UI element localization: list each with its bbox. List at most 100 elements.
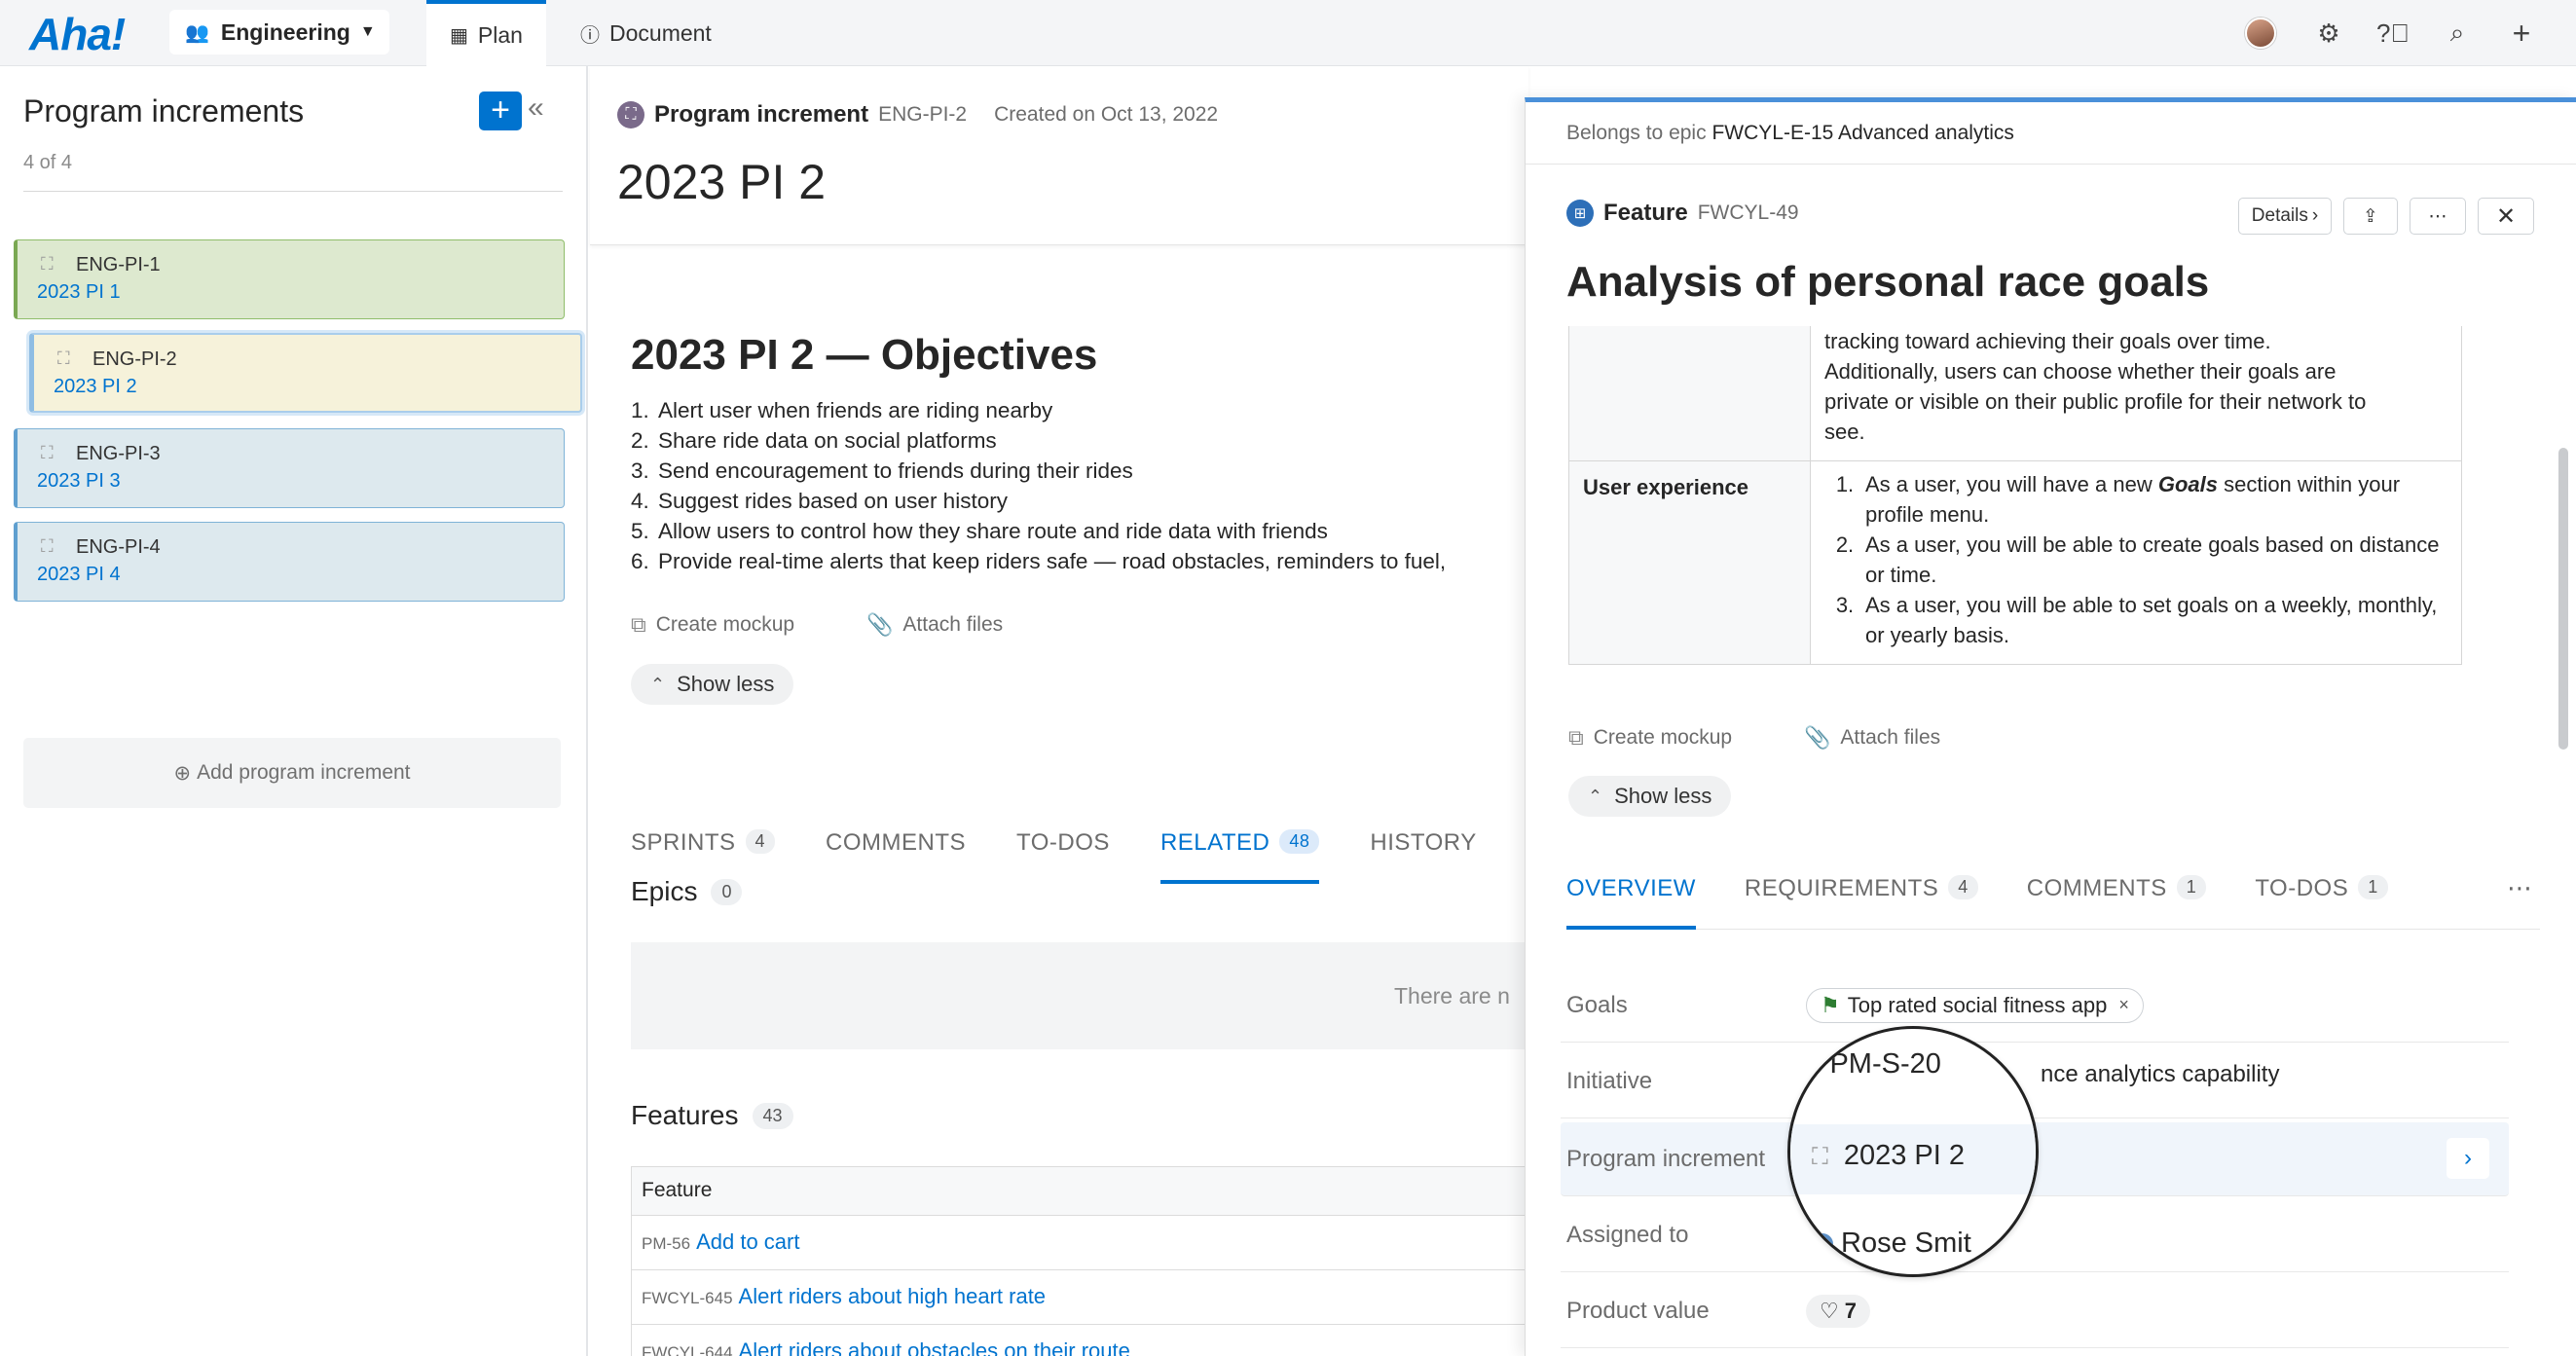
tab-count: 1 — [2176, 875, 2207, 899]
caret-down-icon: ▼ — [359, 23, 376, 40]
plus-icon[interactable]: + — [2506, 16, 2537, 51]
tab-overview[interactable]: OVERVIEW — [1566, 871, 1696, 930]
features-heading: Features 43 — [631, 1100, 793, 1131]
description-table: tracking toward achieving their goals ov… — [1568, 326, 2462, 665]
collapse-sidebar-icon[interactable]: « — [528, 92, 544, 125]
more-options-icon[interactable]: ⋯ — [2410, 198, 2466, 235]
more-tabs-icon[interactable]: ⋯ — [2507, 873, 2532, 903]
calendar-icon: ▦ — [450, 24, 468, 47]
search-icon[interactable]: ⌕ — [2442, 18, 2473, 49]
initiative-ref[interactable]: ○ PM-S-20 — [1810, 1048, 2036, 1081]
feature-drawer: Belongs to epic FWCYL-E-15 Advanced anal… — [1525, 97, 2576, 1356]
tab-related[interactable]: RELATED 48 — [1159, 806, 1320, 884]
nav-tab-document[interactable]: ⓘ Document — [557, 0, 735, 66]
pi-card-name[interactable]: 2023 PI 1 — [37, 281, 121, 304]
assignee-value[interactable]: Rose Smit — [1812, 1228, 2036, 1260]
mockup-icon: ⧉ — [631, 612, 646, 637]
list-item: 5. Allow users to control how they share … — [631, 519, 1328, 543]
parent-epic-link[interactable]: FWCYL-E-15 Advanced analytics — [1711, 122, 2013, 144]
record-title[interactable]: 2023 PI 2 — [617, 154, 826, 210]
epics-count: 0 — [711, 878, 743, 905]
table-cell-user-experience[interactable]: 1. As a user, you will have a new Goals s… — [1811, 461, 2461, 664]
info-icon: ⓘ — [580, 24, 600, 47]
tab-to-dos[interactable]: TO-DOS — [1016, 806, 1110, 884]
tab-comments[interactable]: COMMENTS 1 — [2027, 871, 2207, 930]
record-tabs: SPRINTS 4 COMMENTS TO-DOS RELATED 48 HISTO… — [631, 806, 1527, 884]
table-row: FWCYL-645 Alert riders about high heart r… — [632, 1270, 1528, 1325]
tab-to-dos[interactable]: TO-DOS 1 — [2255, 871, 2388, 930]
feature-ref[interactable]: FWCYL-49 — [1698, 202, 1799, 225]
tab-count: 4 — [1948, 875, 1978, 899]
workspace-selector[interactable]: 👥 Engineering ▼ — [169, 10, 389, 55]
paperclip-icon: 📎 — [866, 612, 894, 637]
user-avatar[interactable] — [2245, 18, 2276, 49]
list-item: 6. Provide real-time alerts that keep rid… — [631, 549, 1447, 573]
add-program-increment-link[interactable]: ⊕ Add program increment — [23, 738, 561, 808]
pi-card-eng-pi-3[interactable]: ⛶ ENG-PI-3 2023 PI 3 — [14, 428, 565, 508]
help-icon[interactable]: ?⃝ — [2376, 18, 2410, 49]
program-increment-value[interactable]: ⛶ 2023 PI 2 — [1812, 1140, 2036, 1172]
drawer-scrollbar[interactable] — [2558, 448, 2568, 750]
goal-tag[interactable]: ⚑ Top rated social fitness app × — [1806, 987, 2144, 1023]
paperclip-icon: 📎 — [1804, 725, 1831, 750]
chevron-right-icon: › — [2311, 205, 2319, 226]
create-mockup-link[interactable]: ⧉ Create mockup — [1568, 725, 1732, 751]
product-value-score[interactable]: ♡ 7 — [1806, 1294, 1870, 1328]
gear-icon[interactable]: ⚙ — [2313, 18, 2344, 49]
list-item: 1. As a user, you will have a new Goals s… — [1835, 472, 2401, 527]
attach-files-link[interactable]: 📎 Attach files — [866, 612, 1003, 638]
attach-files-link[interactable]: 📎 Attach files — [1804, 725, 1940, 751]
record-header: ⛶ Program increment ENG-PI-2 Created on … — [590, 66, 1528, 245]
objectives-list: 1. Alert user when friends are riding nea… — [631, 395, 1527, 576]
flag-icon: ⚑ — [1821, 992, 1840, 1017]
record-type: Program increment — [654, 101, 869, 128]
remove-tag-icon[interactable]: × — [2118, 995, 2129, 1015]
table-cell-key: User experience — [1569, 461, 1811, 664]
show-less-button[interactable]: ⌃ Show less — [631, 664, 794, 705]
show-less-button[interactable]: ⌃ Show less — [1568, 776, 1732, 817]
create-mockup-link[interactable]: ⧉ Create mockup — [631, 612, 794, 638]
field-value[interactable]: ♡ 7 — [1806, 1294, 1870, 1328]
field-label: Initiative — [1566, 1067, 1653, 1094]
feature-link[interactable]: Add to cart — [696, 1229, 799, 1254]
feature-link[interactable]: Alert riders about obstacles on their ro… — [739, 1338, 1130, 1356]
tab-sprints[interactable]: SPRINTS 4 — [631, 806, 776, 884]
share-icon[interactable]: ⇪ — [2343, 198, 2398, 235]
program-increment-icon: ⛶ — [57, 348, 70, 368]
feature-tabs: OVERVIEW REQUIREMENTS 4 COMMENTS 1 TO-DOS 1… — [1566, 871, 2540, 930]
list-item: 3. As a user, you will be able to set goa… — [1835, 593, 2438, 647]
program-increment-icon: ⛶ — [41, 443, 54, 462]
add-program-increment-button[interactable]: + — [479, 92, 522, 130]
list-item: 3. Send encouragement to friends during t… — [631, 458, 1133, 483]
feature-title[interactable]: Analysis of personal race goals — [1566, 258, 2209, 307]
nav-tab-label: Plan — [477, 21, 523, 48]
pi-card-name[interactable]: 2023 PI 4 — [37, 564, 121, 586]
chevron-up-icon: ⌃ — [1588, 786, 1603, 806]
pi-card-name[interactable]: 2023 PI 3 — [37, 470, 121, 493]
details-button[interactable]: Details › — [2238, 198, 2332, 235]
nav-tab-label: Document — [609, 19, 712, 46]
tab-history[interactable]: HISTORY — [1370, 806, 1476, 884]
chevron-right-icon[interactable]: › — [2447, 1138, 2489, 1179]
nav-tab-plan[interactable]: ▦ Plan — [426, 0, 546, 66]
record-created-date: Created on Oct 13, 2022 — [994, 103, 1219, 126]
field-label: Program increment — [1566, 1145, 1766, 1172]
pi-card-eng-pi-4[interactable]: ⛶ ENG-PI-4 2023 PI 4 — [14, 522, 565, 602]
aha-logo[interactable]: Aha! — [29, 8, 126, 60]
pi-card-eng-pi-1[interactable]: ⛶ ENG-PI-1 2023 PI 1 — [14, 239, 565, 319]
tab-comments[interactable]: COMMENTS — [826, 806, 966, 884]
pi-card-name[interactable]: 2023 PI 2 — [54, 376, 137, 398]
table-header-feature[interactable]: Feature — [632, 1167, 1528, 1216]
plus-circle-icon: ⊕ — [173, 761, 192, 785]
list-item: 1. Alert user when friends are riding nea… — [631, 398, 1053, 422]
initiative-name[interactable]: nce analytics capability — [2041, 1061, 2279, 1088]
table-cell-description[interactable]: tracking toward achieving their goals ov… — [1811, 326, 2461, 460]
program-increment-icon: ⛶ — [617, 101, 644, 128]
close-icon[interactable]: ✕ — [2478, 198, 2534, 235]
tab-requirements[interactable]: REQUIREMENTS 4 — [1745, 871, 1978, 930]
pi-card-eng-pi-2[interactable]: ⛶ ENG-PI-2 2023 PI 2 — [29, 333, 582, 413]
table-row: tracking toward achieving their goals ov… — [1569, 326, 2461, 460]
feature-type-line: ⊞ Feature FWCYL-49 — [1566, 200, 1799, 227]
record-ref[interactable]: ENG-PI-2 — [878, 103, 967, 127]
feature-link[interactable]: Alert riders about high heart rate — [739, 1284, 1047, 1308]
